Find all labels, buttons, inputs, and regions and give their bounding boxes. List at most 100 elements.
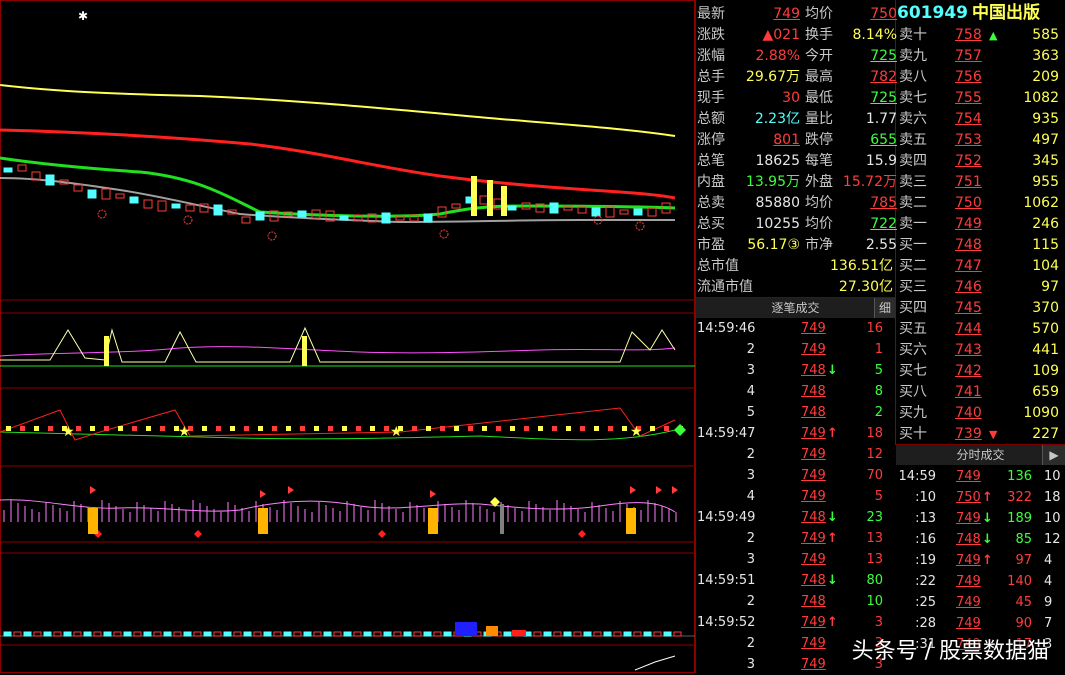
down-arrow-icon: ↓ [982,511,993,526]
level-price: 751 [955,174,982,190]
tick-row[interactable]: 14:59:51 748 ↓ 80 [697,570,887,591]
level-price: 740 [955,405,982,421]
quote-label: 均价 [805,216,833,232]
quote-label: 市净 [805,237,833,253]
volume-bar [383,631,392,637]
quote-label: 涨幅 [697,48,725,64]
tick-row[interactable]: 5 748 2 [697,402,887,423]
tick-row[interactable]: 2 749 1 [697,339,887,360]
level-label: 买五 [899,321,927,337]
candle [45,174,55,186]
minute-row[interactable]: :19 749 ↑ 97 4 [898,550,1064,571]
ask-row[interactable]: 卖六 754 935 [899,109,1063,130]
bid-row[interactable]: 买七 742 109 [899,361,1063,382]
bid-row[interactable]: 买三 746 97 [899,277,1063,298]
level-price: 742 [955,363,982,379]
quote-left-row: 市盈 56.17③ [697,235,800,256]
quote-label: 量比 [805,111,833,127]
tick-list-header[interactable]: 逐笔成交 细 [696,297,895,318]
minute-row[interactable]: 14:59 749 136 10 [898,466,1064,487]
indicator-panel-4 [0,622,695,671]
tick-time: 2 [746,531,755,546]
tick-row[interactable]: 4 749 5 [697,486,887,507]
quote-label: 最低 [805,90,833,106]
indicator-dot [76,426,81,431]
tick-row[interactable]: 14:59:49 748 ↓ 23 [697,507,887,528]
bid-row[interactable]: 买二 747 104 [899,256,1063,277]
ask-row[interactable]: 卖四 752 345 [899,151,1063,172]
bid-row[interactable]: 买四 745 370 [899,298,1063,319]
tick-row[interactable]: 3 749 13 [697,549,887,570]
tick-row[interactable]: 3 748 ↓ 5 [697,360,887,381]
tick-time: 2 [746,342,755,357]
tick-row[interactable]: 4 748 8 [697,381,887,402]
quote-right-row: 今开 725 [805,46,897,67]
tick-row[interactable]: 2 749 ↑ 13 [697,528,887,549]
level-price: 741 [955,384,982,400]
minute-list-title: 分时成交 [956,448,1005,462]
level-price: 743 [955,342,982,358]
ask-row[interactable]: 卖五 753 497 [899,130,1063,151]
indicator-dot [622,426,627,431]
candle [87,189,97,199]
tick-detail-button[interactable]: 细 [874,298,895,318]
quote-value: 785 [870,195,897,211]
bid-row[interactable]: 买八 741 659 [899,382,1063,403]
level-label: 卖四 [899,153,927,169]
ask-row[interactable]: 卖九 757 363 [899,46,1063,67]
signal-marker-icon [97,209,107,219]
ask-row[interactable]: 卖三 751 955 [899,172,1063,193]
minute-row[interactable]: :22 749 140 4 [898,571,1064,592]
indicator-dot [300,426,305,431]
level-volume: 441 [1032,342,1059,358]
volume-bar [83,631,92,637]
tick-time: 14:59:47 [697,426,756,441]
minute-list-header[interactable]: 分时成交 ▶ [896,444,1065,465]
volume-bar [533,631,542,637]
quote-right-row: 最高 782 [805,67,897,88]
minute-row[interactable]: :10 750 ↑ 322 18 [898,487,1064,508]
indicator-dot [608,426,613,431]
ask-row[interactable]: 卖二 750 1062 [899,193,1063,214]
volume-bar [443,631,452,637]
minute-row[interactable]: :28 749 90 7 [898,613,1064,634]
kline-chart-area[interactable]: ✱ ★ ★ ★ ★ [0,0,695,673]
tick-row[interactable]: 14:59:46 749 16 [697,318,887,339]
tick-row[interactable]: 14:59:47 749 ↑ 18 [697,423,887,444]
volume-bar [553,631,562,637]
ask-row[interactable]: 卖七 755 1082 [899,88,1063,109]
volume-bar [33,631,42,637]
minute-row[interactable]: :13 749 ↓ 189 10 [898,508,1064,529]
indicator-dot [426,426,431,431]
bid-row[interactable]: 买九 740 1090 [899,403,1063,424]
minute-row[interactable]: :25 749 45 9 [898,592,1064,613]
quote-right-row: 量比 1.77 [805,109,897,130]
bid-row[interactable]: 买五 744 570 [899,319,1063,340]
bid-row[interactable]: 买十 739 ▼ 227 [899,424,1063,445]
quote-left-row: 总笔 18625 [697,151,800,172]
volume-bar [343,631,352,637]
volume-bar [673,631,682,637]
tick-row[interactable]: 3 749 70 [697,465,887,486]
quote-left-row: 内盘 13.95万 [697,172,800,193]
quote-value: ▲021 [762,27,801,43]
bid-row[interactable]: 买六 743 441 [899,340,1063,361]
tick-row[interactable]: 2 749 12 [697,444,887,465]
candle [549,202,559,214]
candle [143,199,153,209]
ask-row[interactable]: 卖十 758 ▲ 585 [899,25,1063,46]
quote-label: 总卖 [697,195,725,211]
bid-row[interactable]: 买一 748 115 [899,235,1063,256]
candle [213,204,223,216]
tick-price: 748 [801,573,826,588]
candle [185,204,195,212]
quote-panel: 601949 中国出版 最新 749 均价 750 涨跌 ▲021 换手 8.14% 涨幅 2.88… [695,0,1065,673]
ask-row[interactable]: 卖八 756 209 [899,67,1063,88]
minute-row[interactable]: :16 748 ↓ 85 12 [898,529,1064,550]
ask-row[interactable]: 卖一 749 246 [899,214,1063,235]
star-signal-icon: ★ [630,424,643,440]
minute-next-button[interactable]: ▶ [1042,445,1065,465]
tick-time: 3 [746,363,755,378]
tick-row[interactable]: 2 748 10 [697,591,887,612]
tick-row[interactable]: 14:59:52 749 ↑ 3 [697,612,887,633]
